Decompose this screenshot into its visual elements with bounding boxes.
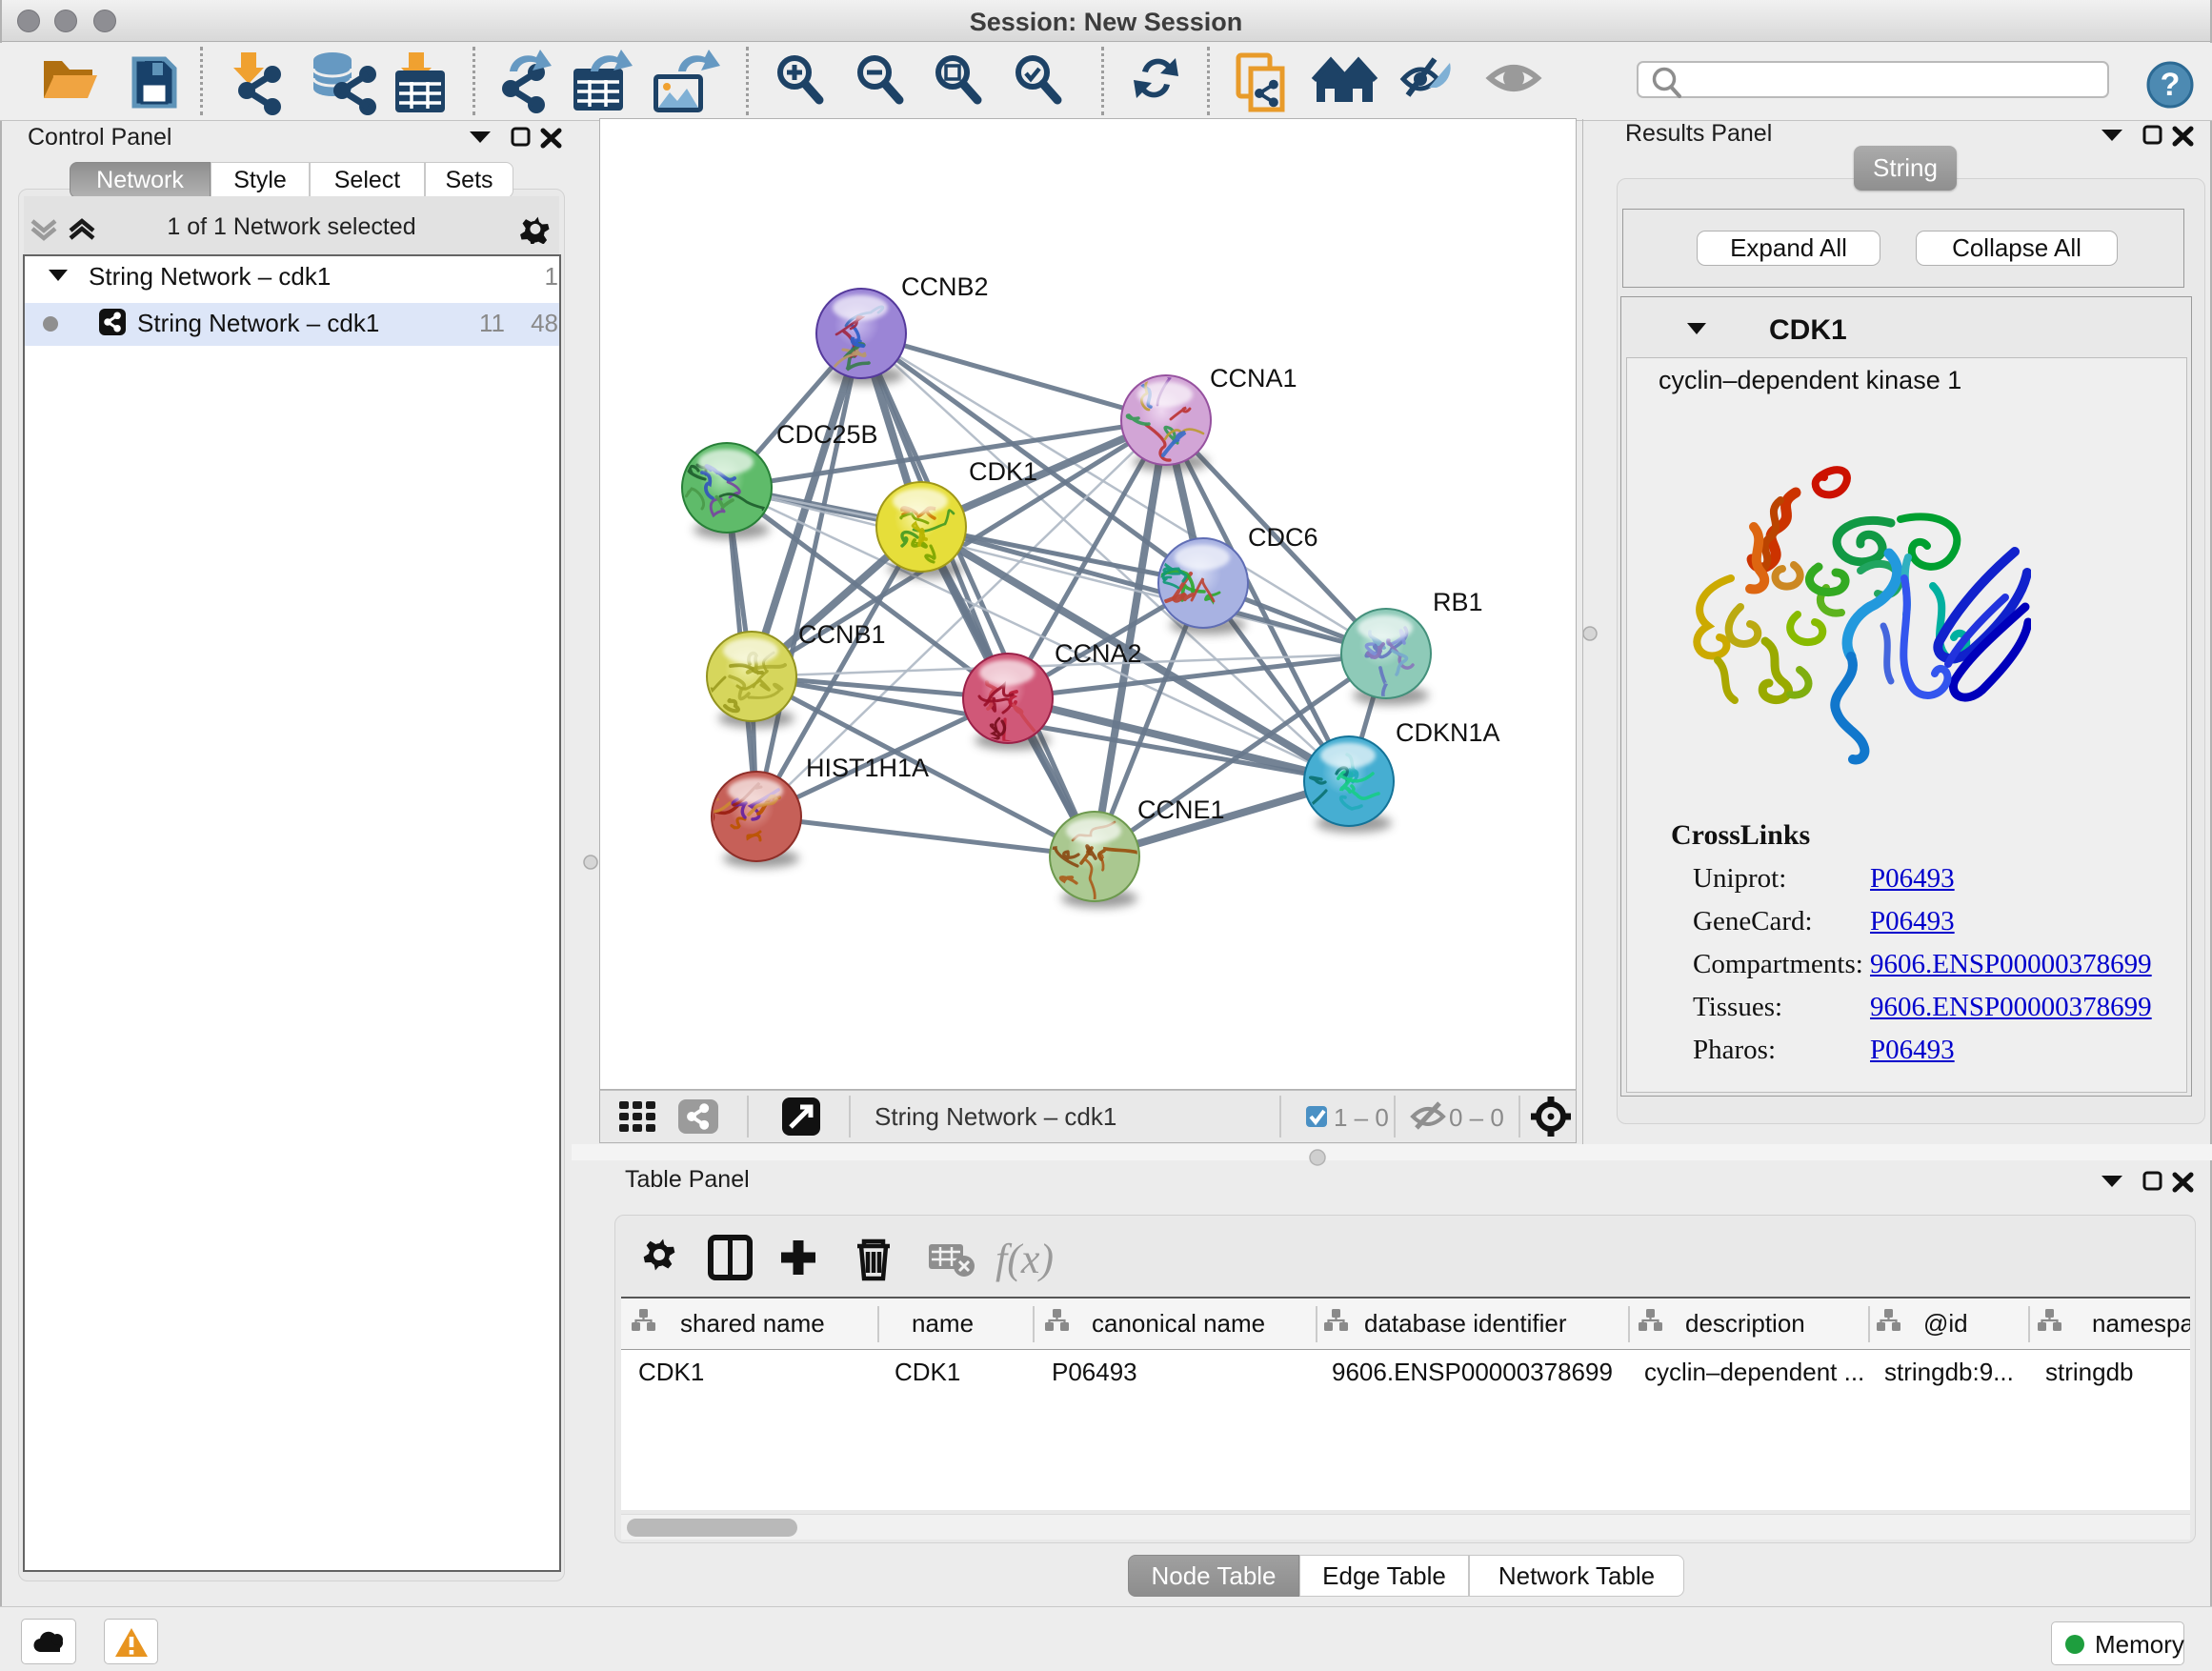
svg-text:CDK1: CDK1 (969, 457, 1037, 486)
svg-text:CDKN1A: CDKN1A (1396, 718, 1500, 747)
svg-text:CCNB1: CCNB1 (798, 620, 886, 649)
svg-text:RB1: RB1 (1433, 588, 1483, 616)
svg-text:CCNA2: CCNA2 (1055, 639, 1142, 668)
svg-text:?: ? (2161, 67, 2181, 103)
svg-text:CDC25B: CDC25B (776, 420, 878, 449)
svg-text:f(x): f(x) (995, 1236, 1054, 1282)
svg-text:HIST1H1A: HIST1H1A (806, 754, 929, 782)
svg-text:CDC6: CDC6 (1248, 523, 1318, 552)
svg-text:CCNB2: CCNB2 (901, 272, 989, 301)
svg-text:CCNA1: CCNA1 (1210, 364, 1297, 393)
svg-text:CCNE1: CCNE1 (1137, 795, 1225, 824)
